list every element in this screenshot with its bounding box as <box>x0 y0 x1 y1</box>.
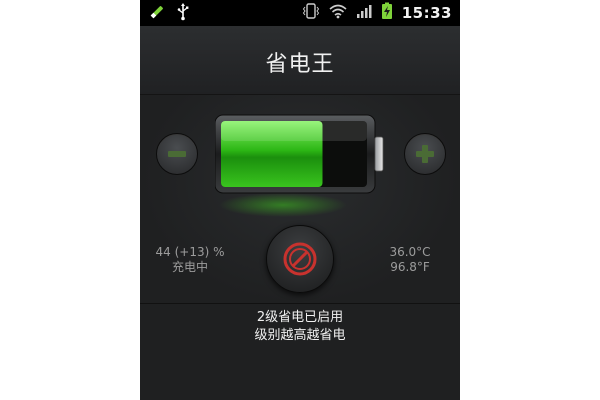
pen-icon <box>148 3 166 25</box>
battery-status: 44 (+13) % 充电中 <box>146 245 234 275</box>
battery-gauge <box>215 114 384 217</box>
minus-icon <box>168 151 186 157</box>
vibrate-icon <box>302 2 320 24</box>
app-title: 省电王 <box>265 52 335 77</box>
battery-charging-icon <box>381 2 393 24</box>
mode-hint-text: 级别越高越省电 <box>254 328 346 343</box>
wifi-icon <box>329 3 347 23</box>
temperature-display: 36.0°C 96.8°F <box>368 245 452 275</box>
battery-panel: 44 (+13) % 充电中 36.0°C 96.8°F <box>140 95 460 305</box>
title-bar: 省电王 <box>140 26 460 95</box>
power-saver-icon <box>283 242 317 276</box>
mode-info-panel: 2级省电已启用 级别越高越省电 <box>140 304 460 400</box>
status-bar: 15:33 <box>140 0 460 26</box>
signal-icon <box>356 3 372 23</box>
mode-status-text: 2级省电已启用 <box>256 310 344 325</box>
charging-status-text: 充电中 <box>171 260 208 274</box>
temperature-fahrenheit: 96.8°F <box>390 260 430 274</box>
usb-icon <box>176 3 190 25</box>
decrease-level-button[interactable] <box>156 133 198 175</box>
phone-screen: 15:33 省电王 44 (+13) % 充电中 36.0°C 96.8°F 2… <box>140 0 460 400</box>
power-saver-button[interactable] <box>266 225 334 293</box>
battery-percent-text: 44 (+13) % <box>155 245 225 259</box>
increase-level-button[interactable] <box>404 133 446 175</box>
clock: 15:33 <box>401 4 452 22</box>
temperature-celsius: 36.0°C <box>389 245 431 259</box>
plus-icon <box>416 145 434 163</box>
